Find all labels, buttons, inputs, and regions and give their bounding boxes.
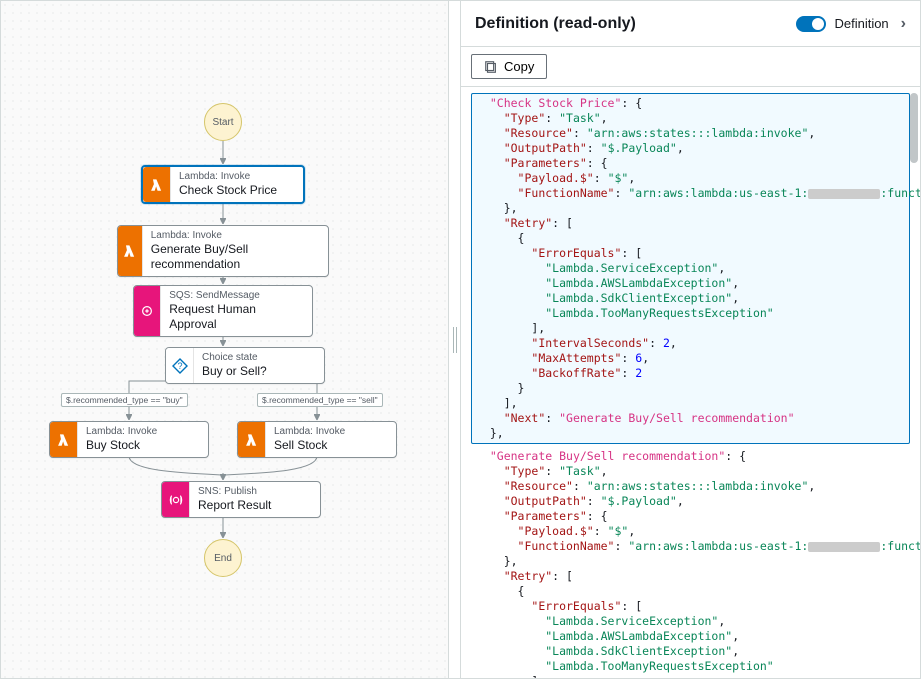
- state-type: Lambda: Invoke: [151, 230, 318, 242]
- lambda-icon: [143, 167, 171, 202]
- state-sell-stock[interactable]: Lambda: Invoke Sell Stock: [237, 421, 397, 458]
- state-name: Buy Stock: [86, 438, 157, 453]
- workflow-canvas[interactable]: Start Lambda: Invoke Check Stock Price L…: [1, 1, 449, 678]
- state-name: Sell Stock: [274, 438, 345, 453]
- svg-text:?: ?: [177, 361, 182, 371]
- lambda-icon: [238, 422, 266, 457]
- start-node[interactable]: Start: [204, 103, 242, 141]
- copy-button[interactable]: Copy: [471, 54, 547, 79]
- state-type: SNS: Publish: [198, 486, 271, 498]
- lambda-icon: [50, 422, 78, 457]
- state-type: Lambda: Invoke: [179, 171, 277, 183]
- choice-icon: ?: [166, 348, 194, 383]
- start-label: Start: [212, 117, 233, 128]
- definition-toggle-label: Definition: [834, 16, 888, 31]
- code-state-block[interactable]: "Generate Buy/Sell recommendation": { "T…: [471, 446, 910, 678]
- state-type: Lambda: Invoke: [86, 426, 157, 438]
- sns-icon: [162, 482, 190, 517]
- state-name: Request Human Approval: [169, 302, 302, 332]
- state-name: Check Stock Price: [179, 183, 277, 198]
- state-report-result[interactable]: SNS: Publish Report Result: [161, 481, 321, 518]
- state-name: Report Result: [198, 498, 271, 513]
- scrollbar-thumb[interactable]: [910, 93, 918, 163]
- pane-splitter[interactable]: [449, 1, 461, 678]
- state-generate-recommendation[interactable]: Lambda: Invoke Generate Buy/Sell recomme…: [117, 225, 329, 277]
- code-viewer[interactable]: "Check Stock Price": { "Type": "Task", "…: [461, 87, 920, 678]
- definition-pane: Definition (read-only) Definition › Copy…: [461, 1, 920, 678]
- end-label: End: [214, 553, 232, 564]
- state-choice[interactable]: ? Choice state Buy or Sell?: [165, 347, 325, 384]
- state-check-stock-price[interactable]: Lambda: Invoke Check Stock Price: [141, 165, 305, 204]
- code-state-block[interactable]: "Check Stock Price": { "Type": "Task", "…: [471, 93, 910, 444]
- chevron-right-icon[interactable]: ›: [897, 15, 906, 33]
- definition-header: Definition (read-only) Definition ›: [461, 1, 920, 47]
- state-buy-stock[interactable]: Lambda: Invoke Buy Stock: [49, 421, 209, 458]
- copy-icon: [484, 60, 498, 74]
- definition-toggle[interactable]: [796, 16, 826, 32]
- edge-label-sell: $.recommended_type == "sell": [257, 393, 383, 407]
- state-type: SQS: SendMessage: [169, 290, 302, 302]
- definition-title: Definition (read-only): [475, 15, 636, 33]
- state-name: Generate Buy/Sell recommendation: [151, 242, 318, 272]
- end-node[interactable]: End: [204, 539, 242, 577]
- edge-label-buy: $.recommended_type == "buy": [61, 393, 188, 407]
- state-type: Lambda: Invoke: [274, 426, 345, 438]
- lambda-icon: [118, 226, 143, 276]
- sqs-icon: [134, 286, 161, 336]
- state-request-approval[interactable]: SQS: SendMessage Request Human Approval: [133, 285, 313, 337]
- state-type: Choice state: [202, 352, 267, 364]
- state-name: Buy or Sell?: [202, 364, 267, 379]
- copy-label: Copy: [504, 59, 534, 74]
